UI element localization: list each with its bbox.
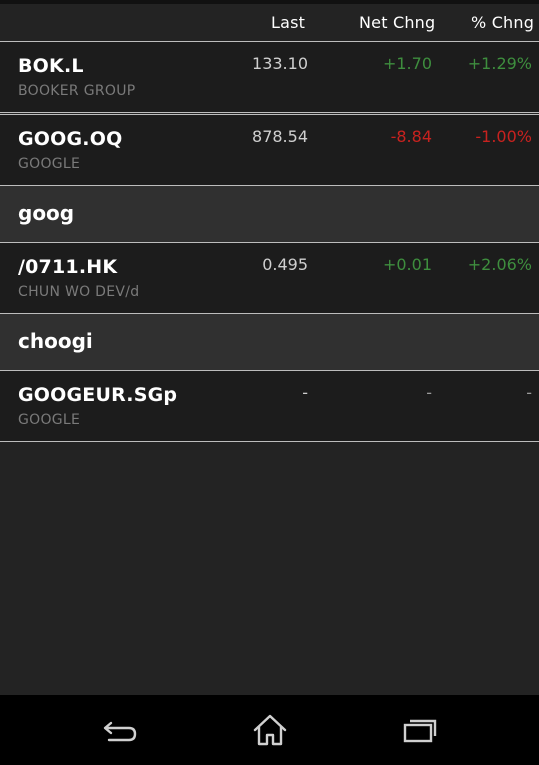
quote-last: 878.54: [252, 127, 308, 146]
header-pct-change[interactable]: % Chng: [471, 13, 534, 32]
back-icon: [103, 721, 137, 742]
quote-name: CHUN WO DEV/d: [18, 284, 140, 300]
column-header: Last Net Chng % Chng: [0, 4, 539, 41]
quote-net-change: -: [426, 383, 432, 402]
quote-pct-change: +2.06%: [467, 255, 532, 274]
system-navigation-bar: [0, 695, 539, 765]
group-label: goog: [18, 201, 75, 225]
quote-net-change: +1.70: [382, 54, 432, 73]
quote-pct-change: +1.29%: [467, 54, 532, 73]
quote-row[interactable]: GOOGEUR.SGp GOOGLE - - -: [0, 371, 539, 441]
divider: [0, 112, 539, 113]
home-icon: [253, 714, 287, 746]
group-label: choogi: [18, 329, 93, 353]
header-net-change[interactable]: Net Chng: [359, 13, 435, 32]
back-button[interactable]: [99, 713, 143, 747]
quote-symbol: GOOG.OQ: [18, 128, 123, 150]
quote-symbol: BOK.L: [18, 55, 84, 77]
quote-list-screen: Last Net Chng % Chng BOK.L BOOKER GROUP …: [0, 0, 539, 765]
quote-name: BOOKER GROUP: [18, 83, 136, 99]
quote-row[interactable]: GOOG.OQ GOOGLE 878.54 -8.84 -1.00%: [0, 115, 539, 185]
quote-pct-change: -: [526, 383, 532, 402]
quote-last: 133.10: [252, 54, 308, 73]
quote-row[interactable]: /0711.HK CHUN WO DEV/d 0.495 +0.01 +2.06…: [0, 243, 539, 313]
recent-apps-button[interactable]: [397, 713, 441, 747]
quote-last: 0.495: [262, 255, 308, 274]
quote-symbol: GOOGEUR.SGp: [18, 384, 178, 406]
quote-net-change: -8.84: [390, 127, 432, 146]
home-button[interactable]: [248, 713, 292, 747]
quote-symbol: /0711.HK: [18, 256, 118, 278]
quote-list: BOK.L BOOKER GROUP 133.10 +1.70 +1.29% G…: [0, 41, 539, 442]
divider: [0, 441, 539, 442]
quote-name: GOOGLE: [18, 412, 81, 428]
header-last[interactable]: Last: [271, 13, 305, 32]
recent-apps-icon: [403, 719, 437, 743]
group-header-row[interactable]: goog: [0, 186, 539, 242]
quote-row[interactable]: BOK.L BOOKER GROUP 133.10 +1.70 +1.29%: [0, 42, 539, 112]
group-header-row[interactable]: choogi: [0, 314, 539, 370]
quote-net-change: +0.01: [382, 255, 432, 274]
quote-pct-change: -1.00%: [475, 127, 532, 146]
quote-name: GOOGLE: [18, 156, 81, 172]
quote-last: -: [302, 383, 308, 402]
